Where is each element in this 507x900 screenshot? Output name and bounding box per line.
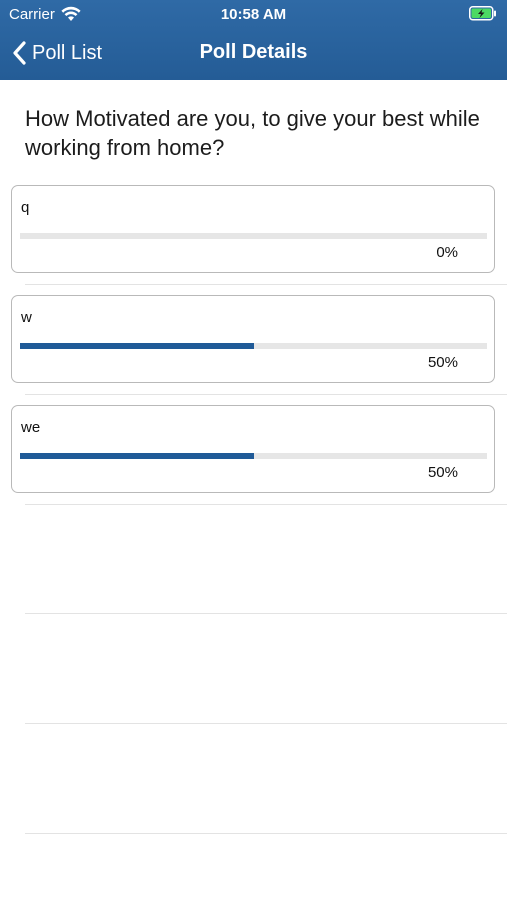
row-separator — [25, 833, 507, 834]
poll-option[interactable]: we 50% — [11, 405, 495, 493]
option-label: w — [21, 309, 32, 326]
row-separator — [25, 504, 507, 505]
status-time: 10:58 AM — [220, 6, 287, 23]
row-separator — [25, 394, 507, 395]
option-percent: 0% — [436, 244, 458, 261]
row-separator — [25, 723, 507, 724]
poll-option[interactable]: q 0% — [11, 185, 495, 273]
progress-fill — [20, 343, 254, 349]
status-bar: Carrier 10:58 AM — [0, 0, 507, 28]
option-percent: 50% — [427, 354, 458, 371]
progress-fill — [20, 453, 254, 459]
poll-option[interactable]: w 50% — [11, 295, 495, 383]
option-percent: 50% — [427, 464, 458, 481]
poll-question: How Motivated are you, to give your best… — [25, 106, 480, 160]
option-label: we — [21, 419, 41, 436]
battery-charging-icon — [469, 6, 497, 26]
page-title: Poll Details — [199, 41, 308, 63]
header: Carrier 10:58 AM Poll List Poll Details — [0, 0, 507, 80]
progress-track — [20, 343, 487, 349]
row-separator — [25, 284, 507, 285]
option-label: q — [21, 199, 30, 216]
nav-bar: Poll List Poll Details — [0, 28, 507, 80]
progress-track — [20, 453, 487, 459]
row-separator — [25, 613, 507, 614]
progress-track — [20, 233, 487, 239]
